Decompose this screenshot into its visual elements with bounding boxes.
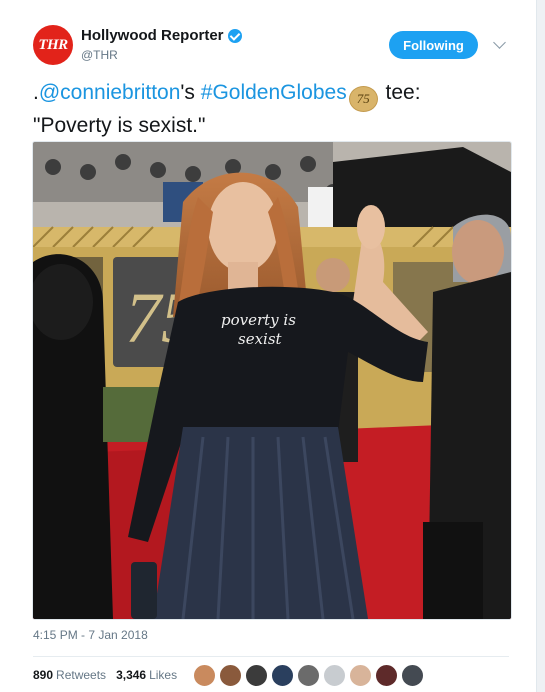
divider	[33, 656, 509, 657]
account-name-row[interactable]: Hollywood Reporter	[81, 27, 242, 44]
liker-avatar[interactable]	[297, 664, 320, 687]
likes-label: Likes	[149, 668, 178, 682]
likes-stat[interactable]: 3,346 Likes	[116, 668, 177, 682]
tweet-photo[interactable]: 75 poverty is sexist	[32, 141, 512, 620]
tweet-after-emoji: tee:	[379, 81, 421, 104]
tweet-timestamp[interactable]: 4:15 PM - 7 Jan 2018	[33, 628, 148, 642]
account-avatar[interactable]: THR	[33, 25, 73, 65]
tweet-quote: "Poverty is sexist."	[33, 114, 206, 137]
liker-avatar[interactable]	[323, 664, 346, 687]
likers-avatars	[193, 664, 427, 687]
golden-globes-75-emoji-icon: 75	[348, 86, 378, 112]
retweets-stat[interactable]: 890 Retweets	[33, 668, 106, 682]
retweets-label: Retweets	[56, 668, 107, 682]
hashtag-link[interactable]: #GoldenGlobes	[201, 81, 347, 104]
tweet-possessive: 's	[180, 81, 201, 104]
verified-badge-icon	[227, 28, 242, 43]
tweet-stats: 890 Retweets 3,346 Likes	[33, 668, 177, 682]
liker-avatar[interactable]	[375, 664, 398, 687]
chevron-down-icon[interactable]	[493, 36, 506, 49]
scrollbar-track[interactable]	[536, 0, 545, 692]
shirt-text-line2: sexist	[238, 330, 283, 348]
likes-count: 3,346	[116, 668, 147, 682]
liker-avatar[interactable]	[271, 664, 294, 687]
liker-avatar[interactable]	[219, 664, 242, 687]
liker-avatar[interactable]	[401, 664, 424, 687]
liker-avatar[interactable]	[193, 664, 216, 687]
shirt-text-line1: poverty is	[221, 311, 296, 329]
account-handle[interactable]: @THR	[81, 48, 118, 62]
avatar-logo-text: THR	[38, 36, 68, 53]
mention-link[interactable]: @conniebritton	[39, 81, 181, 104]
tweet-text: .@conniebritton's #GoldenGlobes 75 tee: "…	[33, 79, 503, 139]
account-name[interactable]: Hollywood Reporter	[81, 27, 224, 44]
liker-avatar[interactable]	[245, 664, 268, 687]
liker-avatar[interactable]	[349, 664, 372, 687]
following-button[interactable]: Following	[389, 31, 478, 59]
retweets-count: 890	[33, 668, 54, 682]
tweet-card: THR Hollywood Reporter @THR Following .@…	[0, 0, 537, 692]
